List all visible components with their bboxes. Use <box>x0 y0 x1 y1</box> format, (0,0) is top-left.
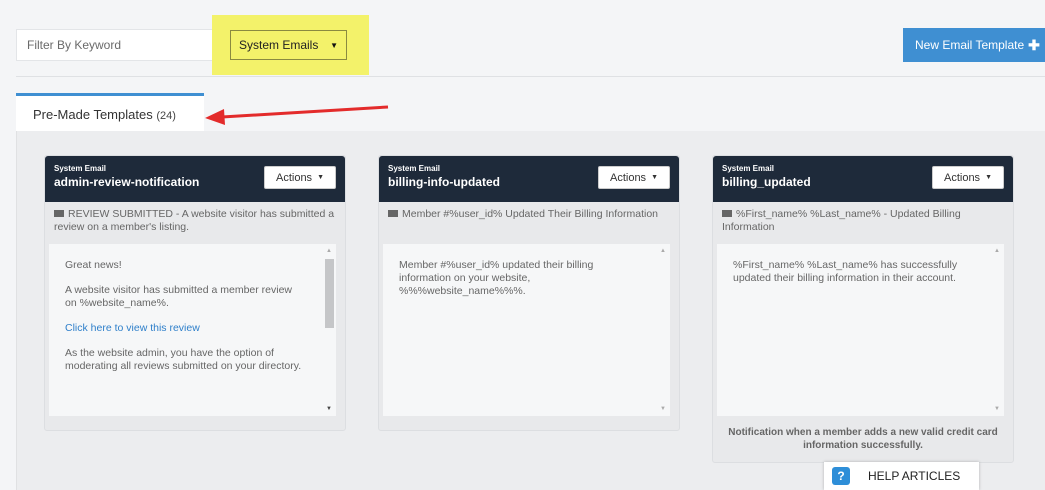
filter-keyword-input[interactable] <box>16 29 221 61</box>
tab-pre-made-templates[interactable]: Pre-Made Templates (24) <box>16 93 204 131</box>
actions-button[interactable]: Actions ▼ <box>264 166 336 189</box>
plus-icon: ✚ <box>1028 36 1040 53</box>
divider <box>16 76 1045 77</box>
body-paragraph: Member #%user_id% updated their billing … <box>399 259 594 297</box>
help-articles-label: HELP ARTICLES <box>868 469 961 483</box>
card-footer <box>45 416 345 430</box>
email-body-preview[interactable]: Great news! A website visitor has submit… <box>49 244 336 416</box>
card-description: Notification when a member adds a new va… <box>728 427 998 451</box>
scroll-down-icon[interactable]: ▼ <box>326 406 332 412</box>
scrollbar[interactable]: ▲ ▼ <box>656 244 670 416</box>
scroll-down-icon[interactable]: ▼ <box>994 406 1000 412</box>
body-paragraph: A website visitor has submitted a member… <box>65 284 293 309</box>
card-subject: REVIEW SUBMITTED - A website visitor has… <box>45 202 345 240</box>
caret-down-icon: ▼ <box>317 174 324 181</box>
help-articles-button[interactable]: ? HELP ARTICLES <box>824 462 979 490</box>
body-paragraph: Great news! <box>65 259 122 271</box>
tab-count: (24) <box>156 110 176 122</box>
scroll-down-icon[interactable]: ▼ <box>660 406 666 412</box>
caret-down-icon: ▼ <box>651 174 658 181</box>
body-paragraph: As the website admin, you have the optio… <box>65 347 302 372</box>
email-body-preview[interactable]: %First_name% %Last_name% has successfull… <box>717 244 1004 416</box>
card-header: System Email billing_updated Actions ▼ <box>713 156 1013 202</box>
envelope-icon <box>54 210 64 217</box>
template-card: System Email billing_updated Actions ▼ %F… <box>712 155 1014 463</box>
actions-button[interactable]: Actions ▼ <box>598 166 670 189</box>
card-header: System Email billing-info-updated Action… <box>379 156 679 202</box>
red-arrow-annotation <box>205 105 389 125</box>
card-subject: %First_name% %Last_name% - Updated Billi… <box>713 202 1013 240</box>
card-footer <box>379 416 679 430</box>
envelope-icon <box>388 210 398 217</box>
scrollbar-thumb[interactable] <box>325 259 334 328</box>
tab-label: Pre-Made Templates <box>33 107 153 122</box>
template-card: System Email admin-review-notification A… <box>44 155 346 431</box>
email-body-preview[interactable]: Member #%user_id% updated their billing … <box>383 244 670 416</box>
actions-label: Actions <box>943 171 981 184</box>
actions-button[interactable]: Actions ▼ <box>932 166 1004 189</box>
subject-text: %First_name% %Last_name% - Updated Billi… <box>722 208 961 233</box>
caret-down-icon: ▼ <box>985 174 992 181</box>
actions-label: Actions <box>275 171 313 184</box>
actions-label: Actions <box>609 171 647 184</box>
scroll-up-icon[interactable]: ▲ <box>994 248 1000 254</box>
view-review-link[interactable]: Click here to view this review <box>65 322 200 334</box>
body-paragraph: %First_name% %Last_name% has successfull… <box>733 259 958 284</box>
new-email-template-label: New Email Template <box>915 38 1025 52</box>
scrollbar[interactable]: ▲ ▼ <box>990 244 1004 416</box>
subject-text: Member #%user_id% Updated Their Billing … <box>402 208 659 220</box>
caret-down-icon: ▼ <box>330 40 338 50</box>
scroll-up-icon[interactable]: ▲ <box>660 248 666 254</box>
email-type-select-value: System Emails <box>239 38 319 52</box>
scrollbar[interactable]: ▲ ▼ <box>322 244 336 416</box>
scroll-up-icon[interactable]: ▲ <box>326 248 332 254</box>
question-icon: ? <box>832 467 850 485</box>
new-email-template-button[interactable]: New Email Template ✚ <box>903 28 1045 62</box>
envelope-icon <box>722 210 732 217</box>
card-header: System Email admin-review-notification A… <box>45 156 345 202</box>
subject-text: REVIEW SUBMITTED - A website visitor has… <box>54 208 335 233</box>
template-card: System Email billing-info-updated Action… <box>378 155 680 431</box>
card-subject: Member #%user_id% Updated Their Billing … <box>379 202 679 240</box>
email-type-select[interactable]: System Emails ▼ <box>230 30 347 60</box>
